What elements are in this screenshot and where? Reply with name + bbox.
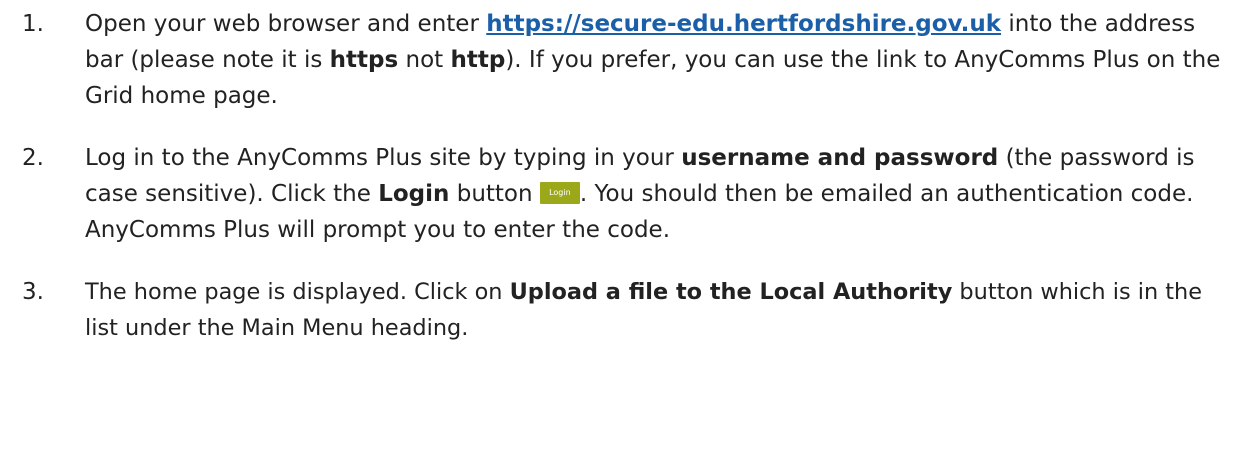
portal-url-link[interactable]: https://secure-edu.hertfordshire.gov.uk bbox=[486, 11, 1001, 37]
login-emphasis: Login bbox=[378, 181, 450, 207]
step-number: 2. bbox=[22, 145, 44, 171]
instruction-page: 1. Open your web browser and enter https… bbox=[0, 0, 1251, 459]
step-3-text: The home page is displayed. Click on Upl… bbox=[85, 274, 1235, 346]
step-3: 3. The home page is displayed. Click on … bbox=[0, 274, 1251, 346]
step-number: 3. bbox=[22, 279, 44, 305]
http-emphasis: http bbox=[450, 47, 506, 73]
login-button-illustration: Login bbox=[539, 181, 580, 204]
step-number: 1. bbox=[22, 11, 44, 37]
text-segment: not bbox=[398, 47, 451, 73]
text-segment: The home page is displayed. Click on bbox=[85, 279, 510, 305]
text-segment: Open your web browser and enter bbox=[85, 11, 487, 37]
credentials-emphasis: username and password bbox=[681, 145, 999, 171]
step-1: 1. Open your web browser and enter https… bbox=[0, 6, 1251, 114]
step-2: 2. Log in to the AnyComms Plus site by t… bbox=[0, 140, 1251, 248]
step-1-text: Open your web browser and enter https://… bbox=[85, 6, 1235, 114]
https-emphasis: https bbox=[329, 47, 399, 73]
upload-emphasis: Upload a file to the Local Authority bbox=[509, 279, 953, 305]
text-segment: button bbox=[449, 181, 540, 207]
text-segment: Log in to the AnyComms Plus site by typi… bbox=[85, 145, 682, 171]
step-2-text: Log in to the AnyComms Plus site by typi… bbox=[85, 140, 1235, 248]
